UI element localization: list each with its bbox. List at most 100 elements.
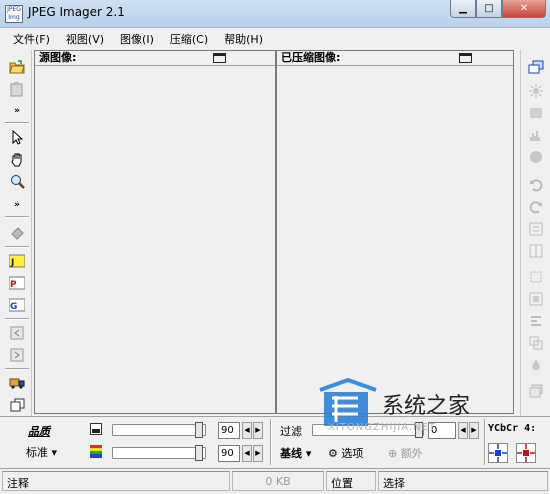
- sharpen-button[interactable]: [527, 356, 545, 374]
- contrast-button[interactable]: [527, 104, 545, 122]
- right-toolbar: [520, 50, 550, 416]
- quality-value-input-2[interactable]: 90: [218, 445, 240, 462]
- subsampling-blue-button[interactable]: [488, 443, 508, 463]
- pan-tool-button[interactable]: [8, 150, 26, 168]
- compressed-panel-header: 已压缩图像:: [277, 51, 513, 66]
- status-file-size: 0 KB: [232, 471, 324, 491]
- slider-thumb[interactable]: [415, 422, 423, 438]
- menu-file[interactable]: 文件(F): [6, 28, 57, 48]
- compressed-image-area[interactable]: [277, 66, 513, 413]
- forward-button[interactable]: [8, 346, 26, 364]
- fit-button[interactable]: [527, 334, 545, 352]
- arrow-right-icon: [10, 348, 24, 362]
- align-button[interactable]: [527, 312, 545, 330]
- png-format-button[interactable]: P: [8, 274, 26, 292]
- open-folder-icon: [9, 60, 25, 74]
- toolbar-separator: [5, 368, 29, 370]
- circle-icon: [530, 151, 542, 163]
- extra-label: 额外: [400, 447, 423, 460]
- window-title: JPEG Imager 2.1: [28, 5, 125, 19]
- menu-image[interactable]: 图像(I): [113, 28, 161, 48]
- subsampling-red-button[interactable]: [516, 443, 536, 463]
- svg-text:J: J: [10, 258, 14, 268]
- options-button[interactable]: ⚙ 选项: [328, 445, 363, 461]
- compare-button[interactable]: [527, 58, 545, 76]
- rotate-right-button[interactable]: [527, 198, 545, 216]
- chroma-subsampling-label: YCbCr 4:: [488, 423, 537, 434]
- flip-button[interactable]: [527, 220, 545, 238]
- menu-compress[interactable]: 压缩(C): [163, 28, 215, 48]
- align-icon: [531, 316, 541, 326]
- more-chevron-icon[interactable]: »: [8, 102, 26, 120]
- flip-icon: [529, 222, 543, 236]
- pages-icon: [10, 398, 24, 412]
- resize-button[interactable]: [527, 290, 545, 308]
- decrement-button[interactable]: ◀: [242, 445, 252, 462]
- menu-help[interactable]: 帮助(H): [217, 28, 270, 48]
- filter-value-input[interactable]: 0: [428, 422, 456, 439]
- open-file-button[interactable]: [8, 58, 26, 76]
- maximize-panel-icon[interactable]: [213, 53, 226, 63]
- close-button[interactable]: ✕: [502, 0, 546, 18]
- resize-icon: [529, 292, 543, 306]
- increment-button[interactable]: ▶: [469, 422, 479, 439]
- select-tool-button[interactable]: [8, 128, 26, 146]
- rotate-left-icon: [530, 179, 543, 192]
- extra-button[interactable]: ⊕ 额外: [388, 445, 423, 461]
- quality-slider-2[interactable]: [112, 445, 206, 461]
- maximize-button[interactable]: □: [476, 0, 502, 18]
- increment-button[interactable]: ▶: [253, 422, 263, 439]
- grayscale-icon[interactable]: [90, 423, 102, 435]
- app-icon-text: JPEG Img: [7, 6, 21, 21]
- hand-icon: [11, 153, 22, 166]
- mirror-button[interactable]: [527, 242, 545, 260]
- square-icon: [530, 108, 542, 118]
- back-button[interactable]: [8, 324, 26, 342]
- minimize-button[interactable]: ▁: [450, 0, 476, 18]
- slider-thumb[interactable]: [195, 422, 203, 438]
- paint-tool-button[interactable]: [8, 224, 26, 242]
- svg-text:P: P: [10, 280, 17, 290]
- export-button[interactable]: [8, 374, 26, 392]
- source-image-area[interactable]: [35, 66, 275, 413]
- status-note: 注释: [2, 471, 230, 491]
- app-icon[interactable]: JPEG Img: [5, 5, 23, 23]
- close-icon: ✕: [519, 3, 529, 14]
- histogram-button[interactable]: [527, 126, 545, 144]
- divider: [484, 419, 486, 465]
- color-spectrum-icon[interactable]: [90, 445, 102, 458]
- zoom-tool-button[interactable]: [8, 172, 26, 190]
- filter-slider[interactable]: [312, 422, 424, 438]
- drop-icon: [532, 359, 540, 370]
- status-bar: 注释 0 KB 位置 选择: [0, 468, 550, 494]
- gear-icon: ⚙: [328, 447, 338, 460]
- crop-button[interactable]: [527, 268, 545, 286]
- sun-icon: [529, 84, 543, 98]
- gif-format-icon: G: [9, 298, 25, 312]
- maximize-icon: □: [484, 3, 494, 14]
- slider-thumb[interactable]: [195, 445, 203, 461]
- quality-value-input-1[interactable]: 90: [218, 422, 240, 439]
- decrement-button[interactable]: ◀: [242, 422, 252, 439]
- brightness-button[interactable]: [527, 82, 545, 100]
- gif-format-button[interactable]: G: [8, 296, 26, 314]
- encoding-mode-dropdown[interactable]: 基线 ▾: [280, 445, 311, 461]
- batch-button[interactable]: [8, 396, 26, 414]
- menu-view[interactable]: 视图(V): [59, 28, 111, 48]
- color-button[interactable]: [527, 148, 545, 166]
- status-position: 位置: [326, 471, 376, 491]
- preset-dropdown[interactable]: 标准 ▾: [26, 444, 57, 460]
- clipboard-icon: [10, 81, 23, 96]
- paste-button[interactable]: [8, 80, 26, 98]
- increment-button[interactable]: ▶: [253, 445, 263, 462]
- layers-button[interactable]: [527, 382, 545, 400]
- more-chevron-icon[interactable]: »: [8, 196, 26, 214]
- left-toolbar: » » J P G: [2, 50, 32, 416]
- rotate-left-button[interactable]: [527, 176, 545, 194]
- maximize-panel-icon[interactable]: [459, 53, 472, 63]
- chevron-down-icon: ▾: [51, 446, 58, 459]
- jpeg-format-button[interactable]: J: [8, 252, 26, 270]
- quality-slider-1[interactable]: [112, 422, 206, 438]
- decrement-button[interactable]: ◀: [458, 422, 468, 439]
- toolbar-separator: [5, 318, 29, 320]
